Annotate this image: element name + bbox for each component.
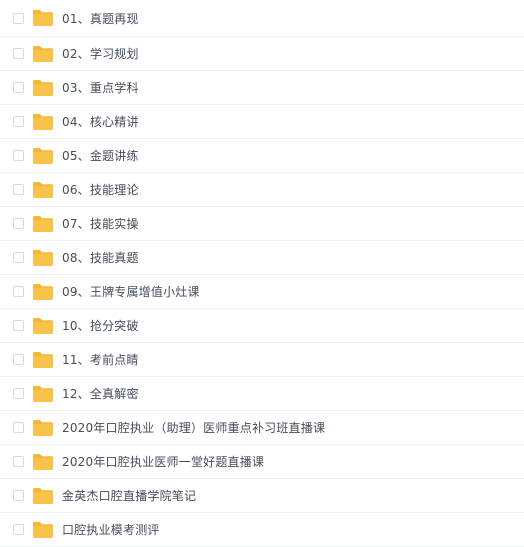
file-name[interactable]: 03、重点学科 bbox=[62, 79, 139, 96]
row-checkbox[interactable] bbox=[13, 184, 24, 195]
folder-icon bbox=[33, 113, 53, 130]
row-checkbox[interactable] bbox=[13, 116, 24, 127]
folder-icon bbox=[33, 45, 53, 62]
folder-icon bbox=[33, 385, 53, 402]
file-name[interactable]: 12、全真解密 bbox=[62, 385, 139, 402]
row-checkbox[interactable] bbox=[13, 388, 24, 399]
file-row-16[interactable]: 口腔执业模考测评 bbox=[0, 513, 524, 547]
row-checkbox[interactable] bbox=[13, 150, 24, 161]
row-checkbox[interactable] bbox=[13, 82, 24, 93]
row-checkbox[interactable] bbox=[13, 490, 24, 501]
file-row-8[interactable]: 08、技能真题 bbox=[0, 241, 524, 275]
row-checkbox[interactable] bbox=[13, 422, 24, 433]
file-row-9[interactable]: 09、王牌专属增值小灶课 bbox=[0, 275, 524, 309]
row-checkbox[interactable] bbox=[13, 524, 24, 535]
file-name[interactable]: 07、技能实操 bbox=[62, 215, 139, 232]
folder-icon bbox=[33, 487, 53, 504]
file-name[interactable]: 01、真题再现 bbox=[62, 10, 139, 27]
folder-icon bbox=[33, 215, 53, 232]
file-row-5[interactable]: 05、金题讲练 bbox=[0, 139, 524, 173]
file-row-14[interactable]: 2020年口腔执业医师一堂好题直播课 bbox=[0, 445, 524, 479]
row-checkbox[interactable] bbox=[13, 456, 24, 467]
file-row-4[interactable]: 04、核心精讲 bbox=[0, 105, 524, 139]
folder-icon bbox=[33, 249, 53, 266]
folder-icon bbox=[33, 79, 53, 96]
file-row-7[interactable]: 07、技能实操 bbox=[0, 207, 524, 241]
file-name[interactable]: 02、学习规划 bbox=[62, 45, 139, 62]
file-name[interactable]: 09、王牌专属增值小灶课 bbox=[62, 283, 200, 300]
row-checkbox[interactable] bbox=[13, 12, 24, 24]
file-row-6[interactable]: 06、技能理论 bbox=[0, 173, 524, 207]
file-row-15[interactable]: 金英杰口腔直播学院笔记 bbox=[0, 479, 524, 513]
file-name[interactable]: 04、核心精讲 bbox=[62, 113, 139, 130]
file-name[interactable]: 11、考前点睛 bbox=[62, 351, 139, 368]
file-row-1[interactable]: 01、真题再现 bbox=[0, 0, 524, 37]
folder-icon bbox=[33, 351, 53, 368]
file-name[interactable]: 2020年口腔执业（助理）医师重点补习班直播课 bbox=[62, 419, 325, 436]
folder-icon bbox=[33, 521, 53, 538]
file-name[interactable]: 口腔执业模考测评 bbox=[62, 521, 160, 538]
file-row-10[interactable]: 10、抢分突破 bbox=[0, 309, 524, 343]
file-row-13[interactable]: 2020年口腔执业（助理）医师重点补习班直播课 bbox=[0, 411, 524, 445]
file-name[interactable]: 10、抢分突破 bbox=[62, 317, 139, 334]
folder-icon bbox=[33, 283, 53, 300]
row-checkbox[interactable] bbox=[13, 354, 24, 365]
file-name[interactable]: 2020年口腔执业医师一堂好题直播课 bbox=[62, 453, 264, 470]
file-row-3[interactable]: 03、重点学科 bbox=[0, 71, 524, 105]
file-row-2[interactable]: 02、学习规划 bbox=[0, 37, 524, 71]
folder-icon bbox=[33, 419, 53, 436]
file-row-11[interactable]: 11、考前点睛 bbox=[0, 343, 524, 377]
folder-icon bbox=[33, 10, 53, 26]
folder-icon bbox=[33, 147, 53, 164]
row-checkbox[interactable] bbox=[13, 218, 24, 229]
row-checkbox[interactable] bbox=[13, 252, 24, 263]
row-checkbox[interactable] bbox=[13, 320, 24, 331]
file-name[interactable]: 金英杰口腔直播学院笔记 bbox=[62, 487, 196, 504]
file-name[interactable]: 08、技能真题 bbox=[62, 249, 139, 266]
file-name[interactable]: 06、技能理论 bbox=[62, 181, 139, 198]
file-name[interactable]: 05、金题讲练 bbox=[62, 147, 139, 164]
folder-icon bbox=[33, 317, 53, 334]
row-checkbox[interactable] bbox=[13, 48, 24, 59]
file-list: 01、真题再现 02、学习规划 03、重点学科 04、核心精讲 05、金题讲练 … bbox=[0, 0, 524, 547]
row-checkbox[interactable] bbox=[13, 286, 24, 297]
folder-icon bbox=[33, 453, 53, 470]
file-row-12[interactable]: 12、全真解密 bbox=[0, 377, 524, 411]
folder-icon bbox=[33, 181, 53, 198]
